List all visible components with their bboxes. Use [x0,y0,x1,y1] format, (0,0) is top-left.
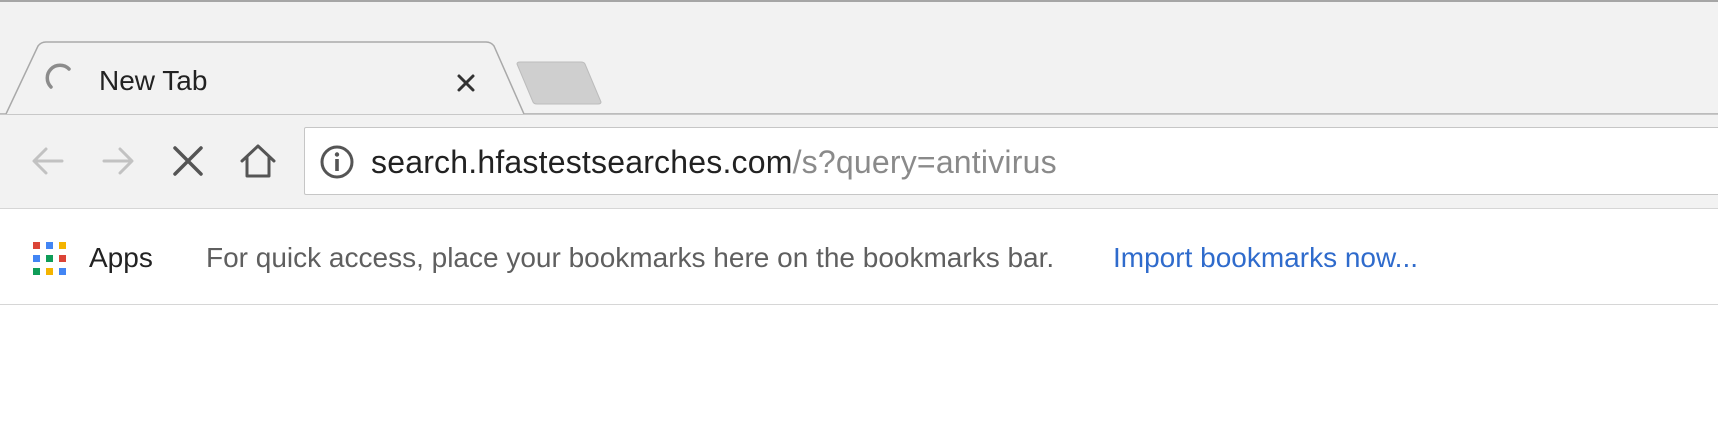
apps-grid-icon [33,242,66,275]
import-bookmarks-link[interactable]: Import bookmarks now... [1113,241,1418,275]
stop-icon[interactable] [166,139,210,183]
tab-strip: New Tab [0,0,1718,115]
new-tab-button[interactable] [515,60,603,106]
close-icon[interactable] [451,68,481,98]
url-path: /s?query=antivirus [792,144,1057,180]
forward-arrow-icon[interactable] [96,139,140,183]
loading-spinner-icon [45,63,71,89]
home-icon[interactable] [236,139,280,183]
page-content [0,305,1718,433]
bookmarks-bar: Apps For quick access, place your bookma… [0,208,1718,305]
tab-title: New Tab [99,65,208,96]
apps-label: Apps [89,242,153,273]
back-arrow-icon[interactable] [26,139,70,183]
address-bar-url[interactable]: search.hfastestsearches.com/s?query=anti… [371,142,1057,182]
toolbar: search.hfastestsearches.com/s?query=anti… [0,114,1718,208]
address-bar[interactable]: search.hfastestsearches.com/s?query=anti… [304,127,1718,195]
active-tab-shape [0,41,1718,115]
url-host: search.hfastestsearches.com [371,144,793,180]
info-icon[interactable] [319,144,355,180]
bookmarks-hint-text: For quick access, place your bookmarks h… [206,242,1055,273]
browser-window: New Tab search.hfastestsearches.com/s?qu… [0,0,1718,433]
